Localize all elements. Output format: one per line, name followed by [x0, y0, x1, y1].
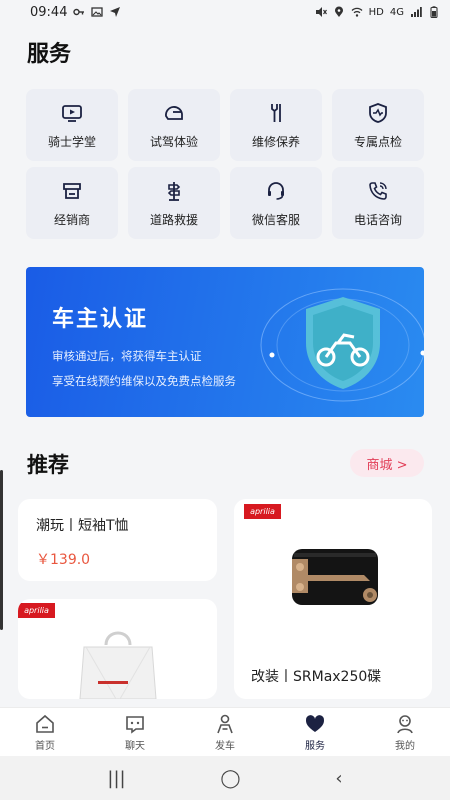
headset-icon	[268, 181, 284, 200]
motorcycle-shield-icon	[260, 288, 424, 402]
helmet-icon	[165, 105, 183, 120]
status-left: 09:44	[30, 5, 121, 20]
status-time: 09:44	[30, 4, 68, 20]
shield-check-icon	[369, 102, 387, 123]
service-label: 维修保养	[251, 134, 300, 149]
owner-certification-banner[interactable]: 车主认证 审核通过后，将获得车主认证 享受在线预约维保以及免费点检服务	[26, 267, 424, 417]
nav-label: 首页	[35, 740, 55, 752]
nav-chat[interactable]: 聊天	[90, 708, 180, 756]
heart-icon	[305, 714, 325, 732]
product-card-tshirt[interactable]: 潮玩丨短袖T恤 ￥139.0	[18, 499, 217, 581]
rider-icon	[217, 714, 233, 733]
nav-service[interactable]: 服务	[270, 708, 360, 756]
service-maintenance[interactable]: 维修保养	[230, 89, 322, 161]
banner-line-1: 审核通过后，将获得车主认证	[52, 349, 202, 363]
page-title: 服务	[27, 42, 72, 67]
nav-label: 发车	[215, 740, 235, 752]
service-label: 经销商	[53, 212, 90, 227]
mute-icon	[315, 7, 327, 17]
nav-ride[interactable]: 发车	[180, 708, 270, 756]
profile-icon	[397, 714, 413, 733]
service-test-ride[interactable]: 试驾体验	[128, 89, 220, 161]
brand-logo: aprilia	[244, 504, 281, 519]
product-image	[292, 549, 378, 605]
signal-label: 4G	[389, 6, 404, 18]
product-name: 潮玩丨短袖T恤	[36, 518, 129, 534]
bottom-nav: 首页 聊天 发车 服务 我的	[0, 707, 450, 756]
signal-icon	[411, 7, 422, 17]
location-icon	[334, 6, 343, 17]
service-label: 微信客服	[251, 212, 300, 227]
product-image	[79, 631, 157, 699]
system-nav-bar: ||| ◯ ‹	[0, 756, 450, 800]
service-label: 试驾体验	[149, 134, 198, 149]
service-phone-consult[interactable]: 电话咨询	[332, 167, 424, 239]
service-exclusive-inspection[interactable]: 专属点检	[332, 89, 424, 161]
nav-home[interactable]: 首页	[0, 708, 90, 756]
product-price: ￥139.0	[36, 552, 91, 568]
service-label: 骑士学堂	[47, 134, 96, 149]
phone-icon	[369, 181, 387, 200]
recommend-title: 推荐	[27, 453, 69, 477]
status-right: HD 4G	[315, 6, 440, 18]
battery-icon	[430, 6, 438, 18]
tv-icon	[62, 104, 82, 122]
nav-profile[interactable]: 我的	[360, 708, 450, 756]
key-icon	[73, 8, 85, 16]
service-grid: 骑士学堂 试驾体验 维修保养 专属点检 经销商 道路救援 微信客服 电话咨询	[26, 89, 424, 239]
nav-label: 聊天	[125, 740, 145, 752]
wrench-icon	[271, 103, 281, 122]
image-icon	[91, 7, 104, 17]
recent-apps-button[interactable]: |||	[107, 768, 125, 789]
nav-label: 我的	[395, 740, 415, 752]
network-label: HD	[368, 6, 384, 18]
mall-button[interactable]: 商城 >	[350, 449, 424, 477]
service-rider-academy[interactable]: 骑士学堂	[26, 89, 118, 161]
service-label: 专属点检	[353, 134, 402, 149]
product-card-srmax-disc[interactable]: aprilia 改装丨SRMax250碟	[234, 499, 432, 699]
wifi-icon	[351, 7, 363, 17]
brand-logo: aprilia	[18, 603, 55, 618]
service-road-rescue[interactable]: 道路救援	[128, 167, 220, 239]
home-icon	[36, 714, 54, 733]
road-sign-icon	[167, 181, 181, 201]
back-button[interactable]: ‹	[335, 768, 342, 789]
nav-label: 服务	[305, 740, 325, 752]
banner-title: 车主认证	[52, 307, 149, 332]
product-card-bag[interactable]: aprilia	[18, 599, 217, 699]
banner-line-2: 享受在线预约维保以及免费点检服务	[52, 374, 236, 388]
status-bar: 09:44 HD 4G	[0, 0, 450, 24]
home-button[interactable]: ◯	[220, 768, 240, 789]
edge-handle[interactable]	[0, 470, 3, 630]
product-name: 改装丨SRMax250碟	[251, 669, 382, 685]
service-label: 道路救援	[149, 212, 198, 227]
send-icon	[110, 7, 121, 17]
service-wechat-support[interactable]: 微信客服	[230, 167, 322, 239]
store-icon	[63, 182, 81, 199]
chat-icon	[126, 715, 144, 734]
service-dealer[interactable]: 经销商	[26, 167, 118, 239]
service-label: 电话咨询	[353, 212, 402, 227]
